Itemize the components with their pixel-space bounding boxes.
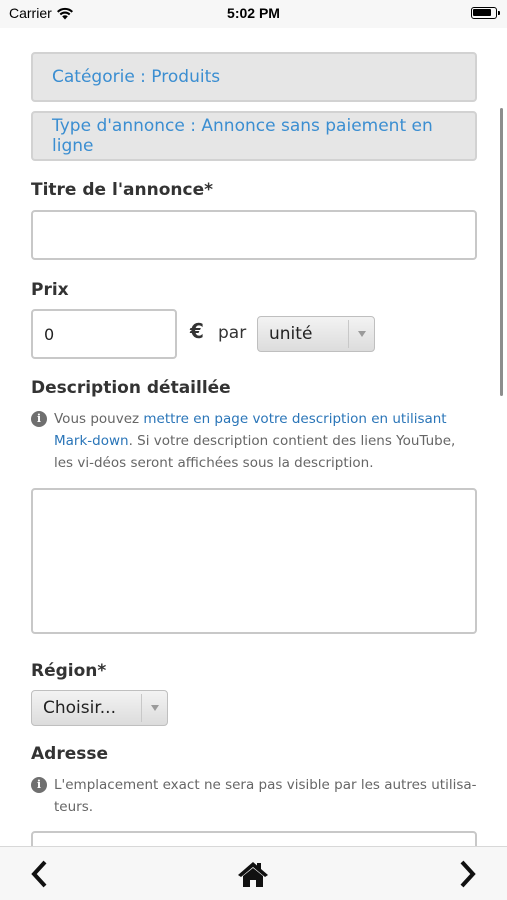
home-icon: [238, 862, 268, 887]
region-label: Région*: [31, 661, 107, 681]
form-content[interactable]: Catégorie : Produits Type d'annonce : An…: [0, 28, 507, 846]
category-box: Catégorie : Produits: [31, 52, 477, 102]
region-select-value: Choisir...: [43, 698, 116, 718]
info-icon: i: [31, 411, 47, 427]
battery-icon: [471, 7, 500, 19]
description-hint-before: Vous pouvez: [54, 411, 144, 427]
address-hint-text: L'emplacement exact ne sera pas visible …: [54, 777, 477, 815]
chevron-left-icon: [31, 860, 47, 888]
title-input[interactable]: [31, 210, 477, 260]
forward-button[interactable]: [451, 857, 485, 891]
battery-fill: [473, 9, 491, 16]
per-label: par: [218, 323, 247, 343]
info-icon: i: [31, 777, 47, 793]
address-input[interactable]: [31, 831, 477, 846]
title-label: Titre de l'annonce*: [31, 180, 213, 200]
bottom-toolbar: [0, 846, 507, 900]
unit-select[interactable]: unité: [257, 316, 375, 352]
scrollbar[interactable]: [500, 108, 503, 396]
clock: 5:02 PM: [227, 5, 280, 21]
price-label: Prix: [31, 280, 69, 300]
currency-symbol: €: [190, 319, 204, 343]
description-textarea[interactable]: [31, 488, 477, 634]
description-hint: i Vous pouvez mettre en page votre descr…: [31, 408, 477, 474]
back-button[interactable]: [22, 857, 56, 891]
status-bar: Carrier 5:02 PM: [0, 0, 507, 28]
chevron-down-icon: [141, 694, 167, 722]
home-button[interactable]: [236, 857, 270, 891]
unit-select-value: unité: [269, 324, 313, 344]
ad-type-text: Type d'annonce : Annonce sans paiement e…: [52, 116, 433, 156]
price-input[interactable]: 0: [31, 309, 177, 359]
price-input-value: 0: [44, 324, 55, 344]
address-label: Adresse: [31, 744, 109, 764]
address-hint: i L'emplacement exact ne sera pas visibl…: [31, 774, 477, 818]
ad-type-box: Type d'annonce : Annonce sans paiement e…: [31, 111, 477, 161]
chevron-down-icon: [348, 320, 374, 348]
description-label: Description détaillée: [31, 378, 231, 398]
chevron-right-icon: [460, 860, 476, 888]
category-text: Catégorie : Produits: [52, 67, 221, 87]
region-select[interactable]: Choisir...: [31, 690, 168, 726]
